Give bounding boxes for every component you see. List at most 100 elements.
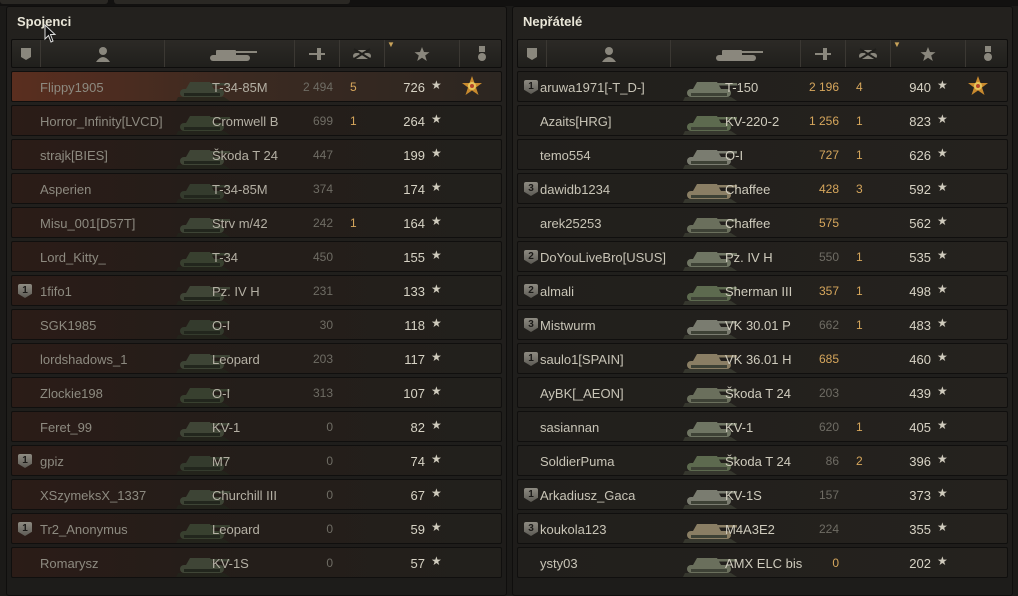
header-cell-tank[interactable] [165, 40, 295, 67]
xp-value: 460 [909, 352, 931, 367]
header-cell-medal[interactable] [966, 40, 1009, 67]
player-name[interactable]: Lord_Kitty_ [40, 250, 106, 265]
player-name[interactable]: temo554 [540, 148, 591, 163]
header-cell-medal[interactable] [460, 40, 503, 67]
header-cell-damage[interactable] [295, 40, 340, 67]
player-name[interactable]: SGK1985 [40, 318, 96, 333]
player-name[interactable]: dawidb1234 [540, 182, 610, 197]
player-row[interactable]: Flippy1905 T-34-85M 2 494 5 726 ★ [11, 71, 502, 102]
xp-value: 82 [410, 420, 425, 435]
header-cell-xp-star[interactable]: ▼ [385, 40, 460, 67]
damage-value: 0 [832, 556, 839, 570]
header-cell-tank[interactable] [671, 40, 801, 67]
player-row[interactable]: Asperien T-34-85M 374 174 ★ [11, 173, 502, 204]
player-row[interactable]: AyBK[_AEON] Škoda T 24 203 439 ★ [517, 377, 1008, 408]
xp-value: 57 [410, 556, 425, 571]
damage-value: 0 [326, 522, 333, 536]
player-row[interactable]: temo554 O-I 727 1 626 ★ [517, 139, 1008, 170]
player-name[interactable]: ysty03 [540, 556, 578, 571]
player-row[interactable]: 3 koukola123 M4A3E2 224 355 ★ [517, 513, 1008, 544]
damage-value: 447 [312, 148, 333, 162]
player-name[interactable]: SoldierPuma [540, 454, 614, 469]
player-row[interactable]: SGK1985 O-I 30 118 ★ [11, 309, 502, 340]
header-cell-player[interactable] [41, 40, 165, 67]
header-cell-kills[interactable] [846, 40, 891, 67]
player-row[interactable]: 1 1fifo1 Pz. IV H 231 133 ★ [11, 275, 502, 306]
tank-icon [715, 49, 763, 61]
medal-icon [983, 45, 992, 61]
header-cell-platoon[interactable] [12, 40, 41, 67]
header-cell-kills[interactable] [340, 40, 385, 67]
medal-icon [462, 76, 482, 95]
player-name[interactable]: saulo1[SPAIN] [540, 352, 624, 367]
player-row[interactable]: ysty03 AMX ELC bis 0 202 ★ [517, 547, 1008, 578]
player-name[interactable]: AyBK[_AEON] [540, 386, 624, 401]
player-name[interactable]: Flippy1905 [40, 80, 104, 95]
header-cell-platoon[interactable] [518, 40, 547, 67]
player-row[interactable]: Misu_001[D57T] Strv m/42 242 1 164 ★ [11, 207, 502, 238]
player-name[interactable]: koukola123 [540, 522, 607, 537]
kills-icon [353, 47, 371, 60]
player-name[interactable]: Romarysz [40, 556, 99, 571]
player-name[interactable]: strajk[BIES] [40, 148, 108, 163]
tab[interactable] [114, 0, 350, 4]
player-row[interactable]: SoldierPuma Škoda T 24 86 2 396 ★ [517, 445, 1008, 476]
player-row[interactable]: Romarysz KV-1S 0 57 ★ [11, 547, 502, 578]
player-row[interactable]: 1 Arkadiusz_Gaca KV-1S 157 373 ★ [517, 479, 1008, 510]
player-row[interactable]: Feret_99 KV-1 0 82 ★ [11, 411, 502, 442]
player-name[interactable]: arek25253 [540, 216, 601, 231]
tank-name: VK 30.01 P [725, 318, 791, 333]
player-row[interactable]: 1 aruwa1971[-T_D-] T-150 2 196 4 940 ★ [517, 71, 1008, 102]
player-name[interactable]: Horror_Infinity[LVCD] [40, 114, 163, 129]
star-icon: ★ [431, 384, 442, 398]
player-name[interactable]: DoYouLiveBro[USUS] [540, 250, 666, 265]
player-name[interactable]: Misu_001[D57T] [40, 216, 135, 231]
header-cell-xp-star[interactable]: ▼ [891, 40, 966, 67]
header-cell-player[interactable] [547, 40, 671, 67]
star-icon: ★ [937, 350, 948, 364]
player-name[interactable]: gpiz [40, 454, 64, 469]
player-row[interactable]: lordshadows_1 Leopard 203 117 ★ [11, 343, 502, 374]
player-name[interactable]: Feret_99 [40, 420, 92, 435]
player-name[interactable]: XSzymeksX_1337 [40, 488, 146, 503]
player-row[interactable]: 1 gpiz M7 0 74 ★ [11, 445, 502, 476]
player-name[interactable]: 1fifo1 [40, 284, 72, 299]
xp-value: 67 [410, 488, 425, 503]
player-name[interactable]: Arkadiusz_Gaca [540, 488, 635, 503]
player-row[interactable]: XSzymeksX_1337 Churchill III 0 67 ★ [11, 479, 502, 510]
player-name[interactable]: Asperien [40, 182, 91, 197]
player-row[interactable]: Lord_Kitty_ T-34 450 155 ★ [11, 241, 502, 272]
player-row[interactable]: 3 Mistwurm VK 30.01 P 662 1 483 ★ [517, 309, 1008, 340]
player-row[interactable]: 3 dawidb1234 Chaffee 428 3 592 ★ [517, 173, 1008, 204]
player-row[interactable]: Horror_Infinity[LVCD] Cromwell B 699 1 264 ★ [11, 105, 502, 136]
player-name[interactable]: almali [540, 284, 574, 299]
star-icon: ★ [937, 554, 948, 568]
player-name[interactable]: Mistwurm [540, 318, 596, 333]
player-name[interactable]: Tr2_Anonymus [40, 522, 128, 537]
player-name[interactable]: Azaits[HRG] [540, 114, 612, 129]
player-row[interactable]: 2 DoYouLiveBro[USUS] Pz. IV H 550 1 535 ★ [517, 241, 1008, 272]
player-row[interactable]: 2 almali Sherman III 357 1 498 ★ [517, 275, 1008, 306]
tab[interactable] [0, 0, 108, 4]
damage-value: 313 [312, 386, 333, 400]
star-icon: ★ [431, 180, 442, 194]
header-cell-damage[interactable] [801, 40, 846, 67]
player-name[interactable]: Zlockie198 [40, 386, 103, 401]
tank-icon [209, 49, 257, 61]
player-name[interactable]: lordshadows_1 [40, 352, 127, 367]
star-icon: ★ [431, 418, 442, 432]
player-row[interactable]: Zlockie198 O-I 313 107 ★ [11, 377, 502, 408]
xp-value: 592 [909, 182, 931, 197]
kills-value: 5 [350, 80, 357, 94]
player-name[interactable]: aruwa1971[-T_D-] [540, 80, 645, 95]
xp-value: 373 [909, 488, 931, 503]
player-row[interactable]: Azaits[HRG] KV-220-2 1 256 1 823 ★ [517, 105, 1008, 136]
player-name[interactable]: sasiannan [540, 420, 599, 435]
player-row[interactable]: arek25253 Chaffee 575 562 ★ [517, 207, 1008, 238]
player-row[interactable]: strajk[BIES] Škoda T 24 447 199 ★ [11, 139, 502, 170]
player-row[interactable]: 1 saulo1[SPAIN] VK 36.01 H 685 460 ★ [517, 343, 1008, 374]
player-row[interactable]: sasiannan KV-1 620 1 405 ★ [517, 411, 1008, 442]
damage-value: 450 [312, 250, 333, 264]
platoon-badge: 1 [524, 80, 538, 94]
player-row[interactable]: 1 Tr2_Anonymus Leopard 0 59 ★ [11, 513, 502, 544]
